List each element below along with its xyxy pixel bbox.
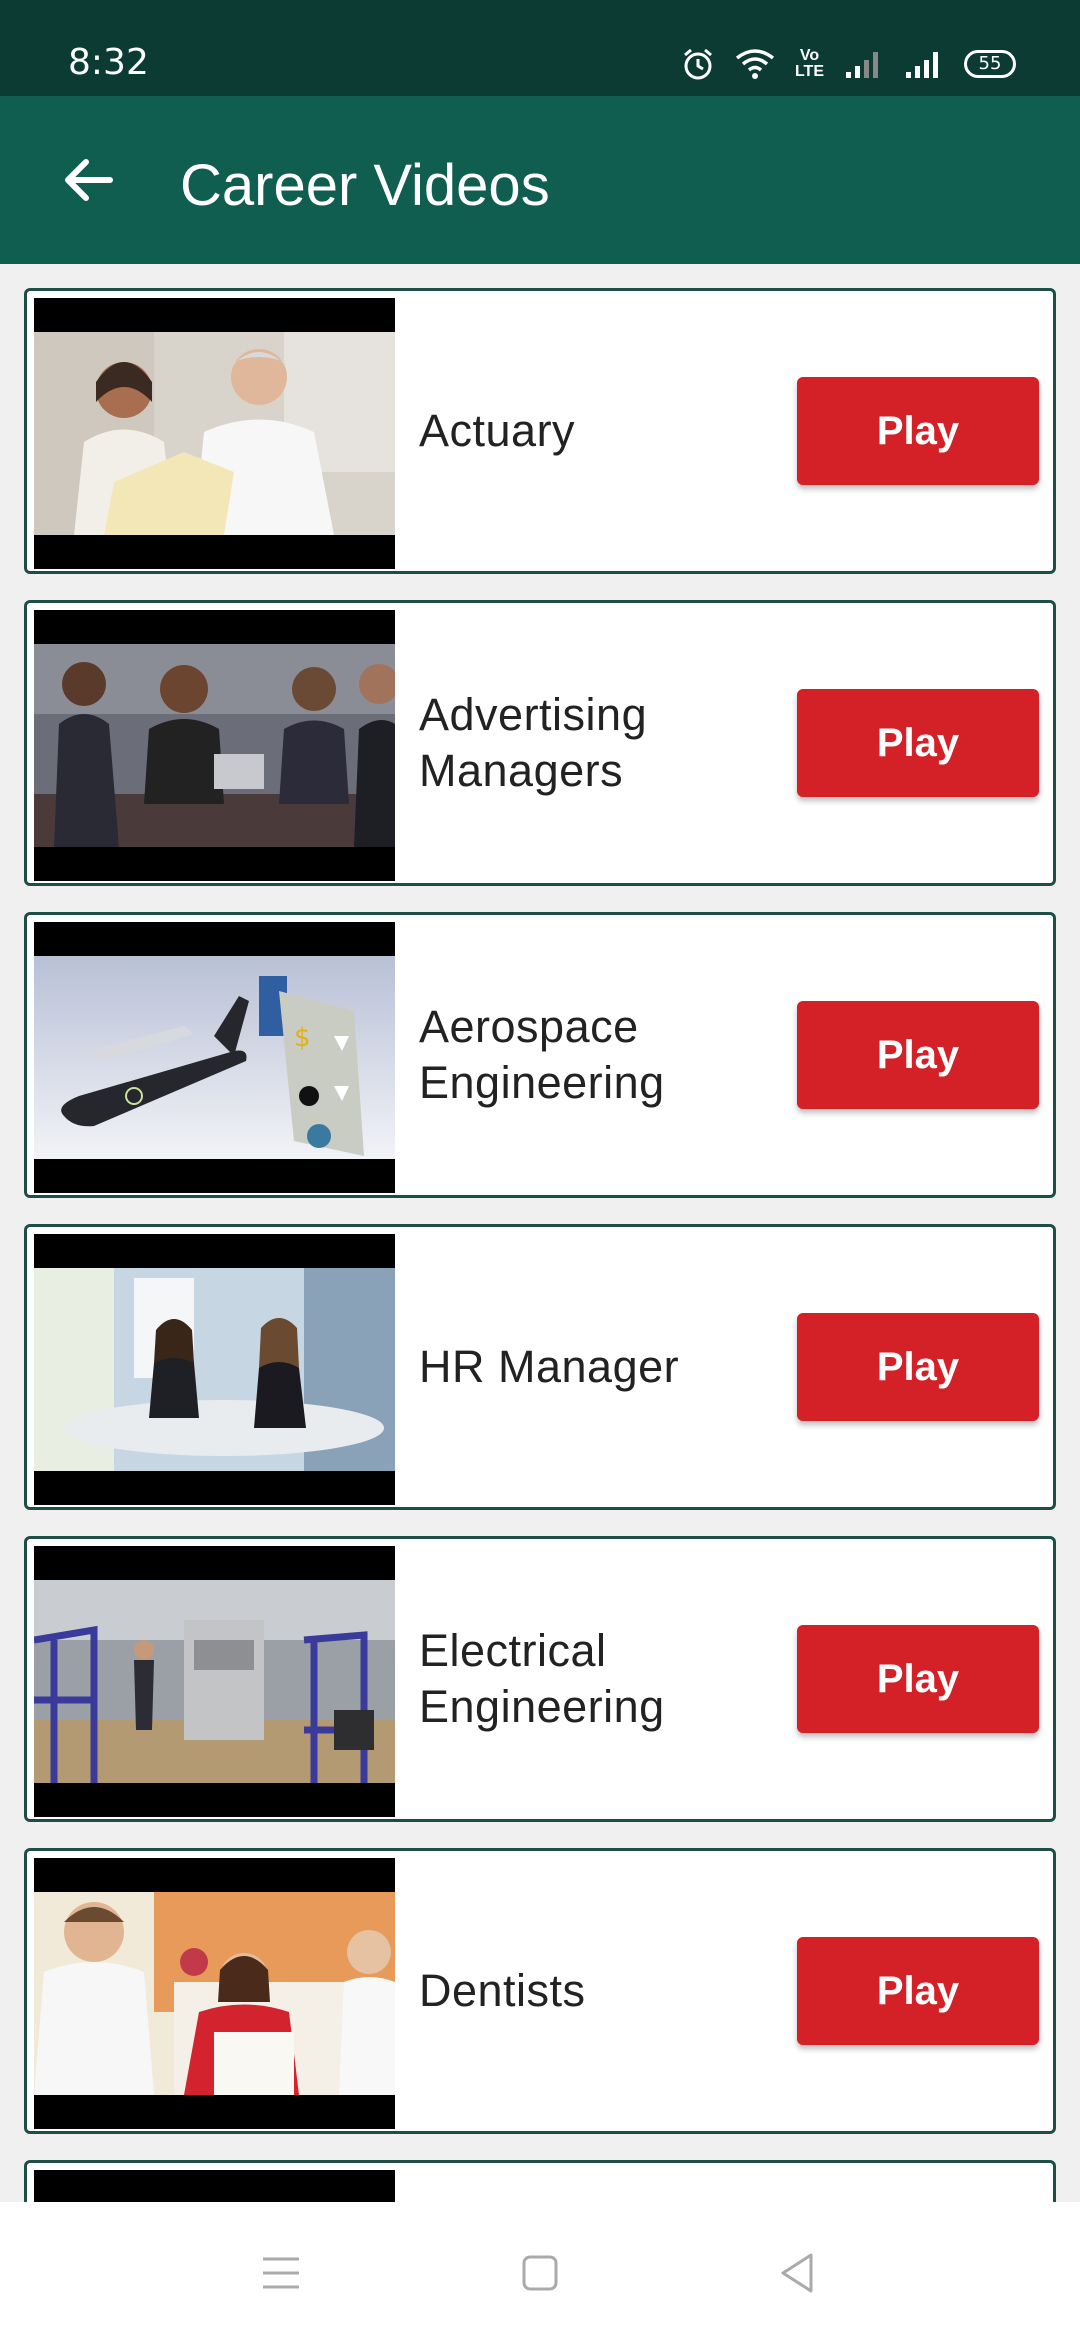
video-title: HR Manager — [419, 1341, 680, 1392]
svg-text:$: $ — [294, 1023, 311, 1053]
video-card[interactable]: Actuary Play — [24, 288, 1056, 574]
play-button[interactable]: Play — [797, 377, 1039, 485]
page-title: Career Videos — [180, 153, 550, 218]
video-list[interactable]: Actuary Play Advertising Managers Play $… — [0, 264, 1080, 2202]
wifi-icon — [735, 48, 775, 80]
signal-strong-icon — [904, 48, 944, 80]
back-triangle-icon — [781, 2253, 813, 2293]
play-button[interactable]: Play — [797, 1001, 1039, 1109]
system-back-button[interactable] — [762, 2238, 832, 2308]
system-nav-bar — [0, 2202, 1080, 2340]
video-thumbnail[interactable] — [34, 1234, 395, 1505]
video-title: Electrical Engineering — [419, 1625, 665, 1732]
video-card[interactable]: HR Manager Play — [24, 1224, 1056, 1510]
signal-weak-icon — [844, 48, 884, 80]
play-button[interactable]: Play — [797, 1625, 1039, 1733]
video-thumbnail[interactable] — [34, 298, 395, 569]
battery-icon: 55 — [964, 50, 1016, 78]
video-card[interactable]: Advertising Managers Play — [24, 600, 1056, 886]
play-button[interactable]: Play — [797, 1313, 1039, 1421]
video-title: Dentists — [419, 1965, 586, 2016]
video-title: Advertising Managers — [419, 689, 648, 796]
alarm-icon — [681, 47, 715, 81]
video-title: Actuary — [419, 405, 576, 456]
home-button[interactable] — [505, 2238, 575, 2308]
back-button[interactable] — [48, 140, 128, 220]
app-bar: Career Videos — [0, 96, 1080, 264]
home-square-icon — [522, 2255, 558, 2291]
status-time: 8:32 — [68, 42, 149, 83]
play-button[interactable]: Play — [797, 1937, 1039, 2045]
video-card[interactable]: Electrical Engineering Play — [24, 1536, 1056, 1822]
video-card[interactable] — [24, 2160, 1056, 2202]
video-thumbnail[interactable] — [34, 2170, 395, 2202]
play-button[interactable]: Play — [797, 689, 1039, 797]
volte-icon: Vo LTE — [794, 47, 824, 80]
video-thumbnail[interactable]: $ — [34, 922, 395, 1193]
menu-icon — [263, 2257, 299, 2289]
status-bar: 8:32 Vo LTE 55 — [0, 0, 1080, 96]
status-icons: Vo LTE 55 — [681, 44, 1016, 84]
recent-apps-button[interactable] — [246, 2238, 316, 2308]
video-thumbnail[interactable] — [34, 1858, 395, 2129]
video-card[interactable]: $ Aerospace Engineering Play — [24, 912, 1056, 1198]
video-card[interactable]: Dentists Play — [24, 1848, 1056, 2134]
video-thumbnail[interactable] — [34, 610, 395, 881]
video-thumbnail[interactable] — [34, 1546, 395, 1817]
arrow-left-icon — [65, 159, 113, 201]
video-title: Aerospace Engineering — [419, 1001, 665, 1108]
